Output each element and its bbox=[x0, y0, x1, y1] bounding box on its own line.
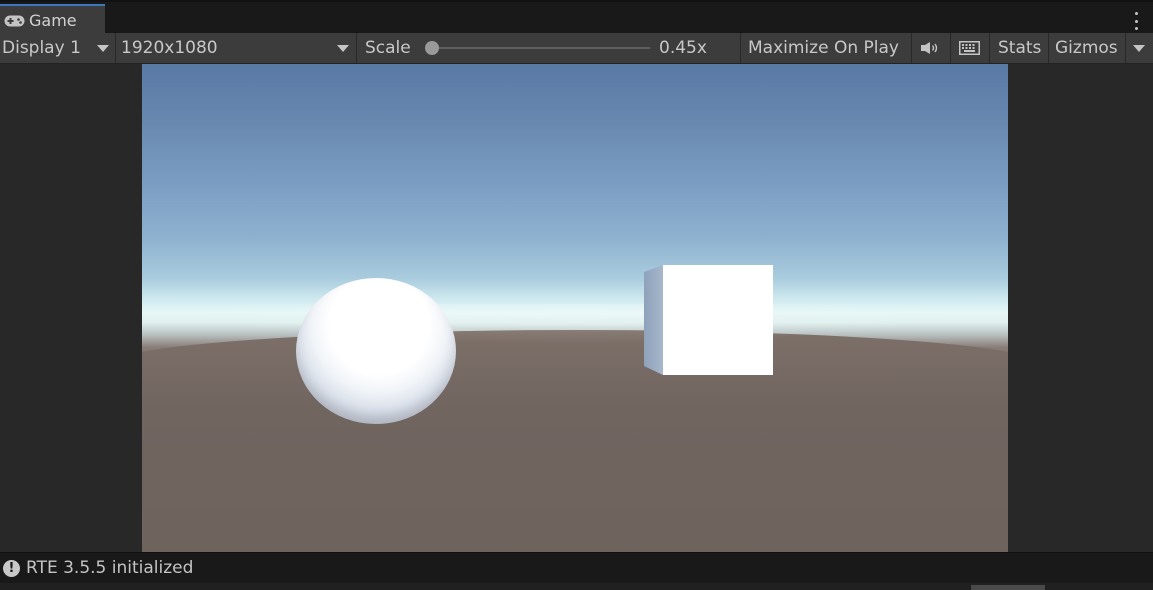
resolution-dropdown[interactable]: 1920x1080 bbox=[121, 33, 353, 63]
mute-audio-button[interactable] bbox=[920, 33, 944, 63]
more-options-icon[interactable] bbox=[1133, 12, 1139, 30]
cube-side-face bbox=[644, 265, 663, 375]
game-view-render[interactable] bbox=[142, 64, 1008, 552]
scale-value: 0.45x bbox=[659, 38, 707, 58]
warning-icon: ! bbox=[3, 559, 20, 577]
display-label: Display 1 bbox=[2, 38, 81, 58]
gizmos-button[interactable]: Gizmos bbox=[1055, 33, 1118, 63]
chevron-down-icon bbox=[1133, 44, 1145, 52]
game-window: Game Display 1 1920x1080 Scale 0.45x Max… bbox=[0, 0, 1153, 590]
keyboard-icon bbox=[959, 41, 980, 55]
sphere-object bbox=[296, 278, 456, 424]
gamepad-icon bbox=[4, 14, 26, 28]
chevron-down-icon bbox=[337, 45, 349, 52]
maximize-on-play-button[interactable]: Maximize On Play bbox=[748, 33, 899, 63]
ground-plane bbox=[142, 330, 1008, 552]
scale-slider-track[interactable] bbox=[432, 47, 650, 49]
tab-label: Game bbox=[29, 11, 77, 30]
scale-slider-handle[interactable] bbox=[425, 41, 439, 55]
resolution-label: 1920x1080 bbox=[121, 38, 218, 58]
cube-object bbox=[663, 265, 773, 375]
tab-bar: Game bbox=[0, 0, 1153, 35]
display-dropdown[interactable]: Display 1 bbox=[2, 33, 112, 63]
keyboard-shortcuts-button[interactable] bbox=[959, 33, 983, 63]
speaker-icon bbox=[921, 42, 938, 54]
gizmos-dropdown-button[interactable] bbox=[1127, 33, 1151, 63]
scale-label: Scale bbox=[365, 38, 411, 58]
status-bar[interactable]: ! RTE 3.5.5 initialized bbox=[0, 552, 1153, 583]
scrollbar-thumb[interactable] bbox=[971, 585, 1045, 590]
game-viewport-area bbox=[0, 64, 1153, 552]
horizon-glow bbox=[142, 304, 1008, 344]
chevron-down-icon bbox=[97, 45, 109, 52]
stats-button[interactable]: Stats bbox=[998, 33, 1041, 63]
status-message: RTE 3.5.5 initialized bbox=[26, 558, 194, 578]
tab-game[interactable]: Game bbox=[0, 4, 105, 35]
game-toolbar: Display 1 1920x1080 Scale 0.45x Maximize… bbox=[0, 33, 1153, 64]
